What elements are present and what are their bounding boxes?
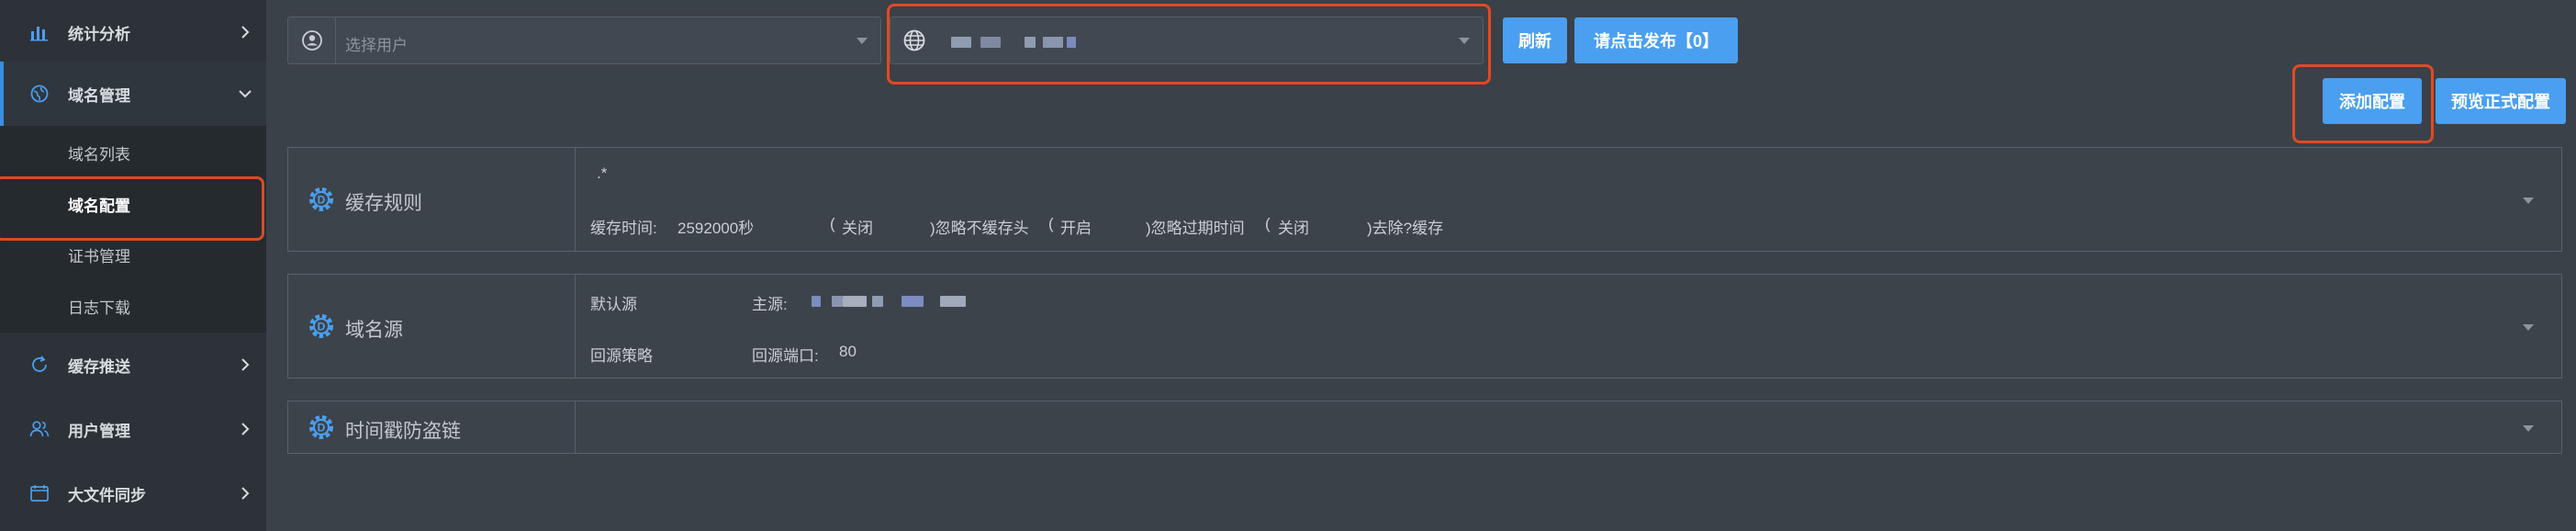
chevron-down-icon: [239, 90, 252, 98]
sidebar-item-label: 缓存推送: [68, 357, 130, 376]
origin-value-redacted: [902, 296, 924, 307]
ignore-expire-label: )忽略过期时间: [1146, 220, 1245, 237]
origin-value-redacted: [940, 296, 966, 307]
cache-time-value: 2592000秒: [678, 220, 755, 237]
chevron-down-icon: [1459, 38, 1470, 44]
sidebar-item-label: 统计分析: [68, 25, 130, 43]
antileech-panel: D 时间戳防盗链: [287, 401, 2562, 454]
chevron-right-icon: [241, 487, 250, 500]
origin-port-value: 80: [839, 343, 857, 360]
origin-value-redacted: [872, 296, 883, 307]
user-select[interactable]: 选择用户: [287, 17, 881, 64]
submenu-item-domain-config[interactable]: 域名配置: [68, 193, 130, 216]
origin-value-redacted: [843, 296, 867, 307]
sidebar-item-statistics[interactable]: 统计分析: [0, 0, 266, 64]
folder-icon: [30, 485, 49, 502]
globe-icon: [903, 29, 925, 51]
chevron-right-icon: [241, 358, 250, 371]
gear-icon: D: [309, 314, 333, 338]
add-config-button[interactable]: 添加配置: [2323, 78, 2422, 124]
user-prefix: [288, 17, 336, 63]
users-icon: [29, 421, 50, 437]
refresh-icon: [32, 356, 47, 372]
sidebar-item-user-management[interactable]: 用户管理: [0, 397, 266, 461]
sidebar: 统计分析 域名管理 域名列表 域名配置 证书管理 日志下载 缓存推送 用户管理 …: [0, 0, 266, 531]
domain-submenu: 域名列表 域名配置 证书管理 日志下载: [0, 126, 266, 333]
preview-config-button[interactable]: 预览正式配置: [2436, 78, 2566, 124]
origin-panel: D 域名源 默认源 主源: 回源策略 回源端口: 80: [287, 274, 2562, 378]
panel-header: D 缓存规则: [288, 148, 576, 251]
paren: (: [1048, 215, 1054, 232]
primary-origin-label: 主源:: [752, 296, 788, 313]
ignore-expire-value: 开启: [1060, 220, 1092, 237]
publish-button[interactable]: 请点击发布【0】: [1574, 17, 1738, 63]
chevron-right-icon: [241, 423, 250, 435]
chevron-right-icon: [241, 26, 250, 39]
origin-value-redacted: [832, 296, 843, 307]
domain-value-redacted: [1043, 37, 1063, 48]
svg-text:D: D: [318, 422, 326, 435]
svg-text:D: D: [318, 194, 326, 207]
cache-rules-panel: D 缓存规则 .* 缓存时间: 2592000秒 ( 关闭 )忽略不缓存头 ( …: [287, 147, 2562, 252]
chevron-down-icon: [857, 38, 868, 44]
paren: (: [830, 215, 835, 232]
sidebar-item-label: 域名管理: [68, 86, 130, 105]
gear-icon: D: [309, 187, 333, 211]
sidebar-item-cache-push[interactable]: 缓存推送: [0, 333, 266, 397]
domain-value-redacted: [1067, 37, 1076, 48]
panel-header: D 域名源: [288, 275, 576, 378]
domain-value-redacted: [951, 37, 971, 48]
cache-time-label: 缓存时间:: [590, 220, 657, 237]
panel-title: 时间戳防盗链: [345, 421, 461, 442]
submenu-item-log-download[interactable]: 日志下载: [68, 295, 130, 318]
user-select-placeholder: 选择用户: [345, 37, 408, 54]
strip-query-label: )去除?缓存: [1367, 220, 1444, 237]
origin-port-label: 回源端口:: [752, 347, 819, 365]
expand-arrow-icon[interactable]: [2523, 198, 2534, 204]
refresh-button[interactable]: 刷新: [1503, 17, 1567, 63]
panel-title: 域名源: [345, 320, 403, 341]
ignore-nocache-value: 关闭: [842, 220, 873, 237]
sidebar-item-large-file-sync[interactable]: 大文件同步: [0, 461, 266, 525]
strip-query-value: 关闭: [1278, 220, 1309, 237]
default-origin-label: 默认源: [590, 296, 637, 313]
cache-pattern: .*: [597, 164, 608, 182]
sidebar-item-label: 用户管理: [68, 422, 130, 440]
submenu-item-cert-management[interactable]: 证书管理: [68, 243, 130, 266]
panel-header: D 时间戳防盗链: [288, 401, 576, 453]
submenu-item-domain-list[interactable]: 域名列表: [68, 141, 130, 164]
panel-title: 缓存规则: [345, 193, 422, 214]
origin-value-redacted: [812, 296, 821, 307]
ignore-nocache-label: )忽略不缓存头: [930, 220, 1029, 237]
domain-select[interactable]: [890, 17, 1484, 64]
user-circle-icon: [301, 30, 322, 51]
domain-value-redacted: [980, 37, 1001, 48]
svg-text:D: D: [318, 321, 326, 333]
expand-arrow-icon[interactable]: [2523, 425, 2534, 432]
bar-chart-icon: [30, 27, 48, 41]
sidebar-item-label: 大文件同步: [68, 486, 146, 504]
paren: (: [1265, 215, 1271, 232]
sidebar-item-domain-management[interactable]: 域名管理: [0, 62, 266, 126]
globe-icon: [30, 85, 49, 103]
gear-icon: D: [309, 415, 333, 439]
origin-strategy-label: 回源策略: [590, 347, 653, 365]
domain-value-redacted: [1025, 37, 1036, 48]
expand-arrow-icon[interactable]: [2523, 324, 2534, 331]
